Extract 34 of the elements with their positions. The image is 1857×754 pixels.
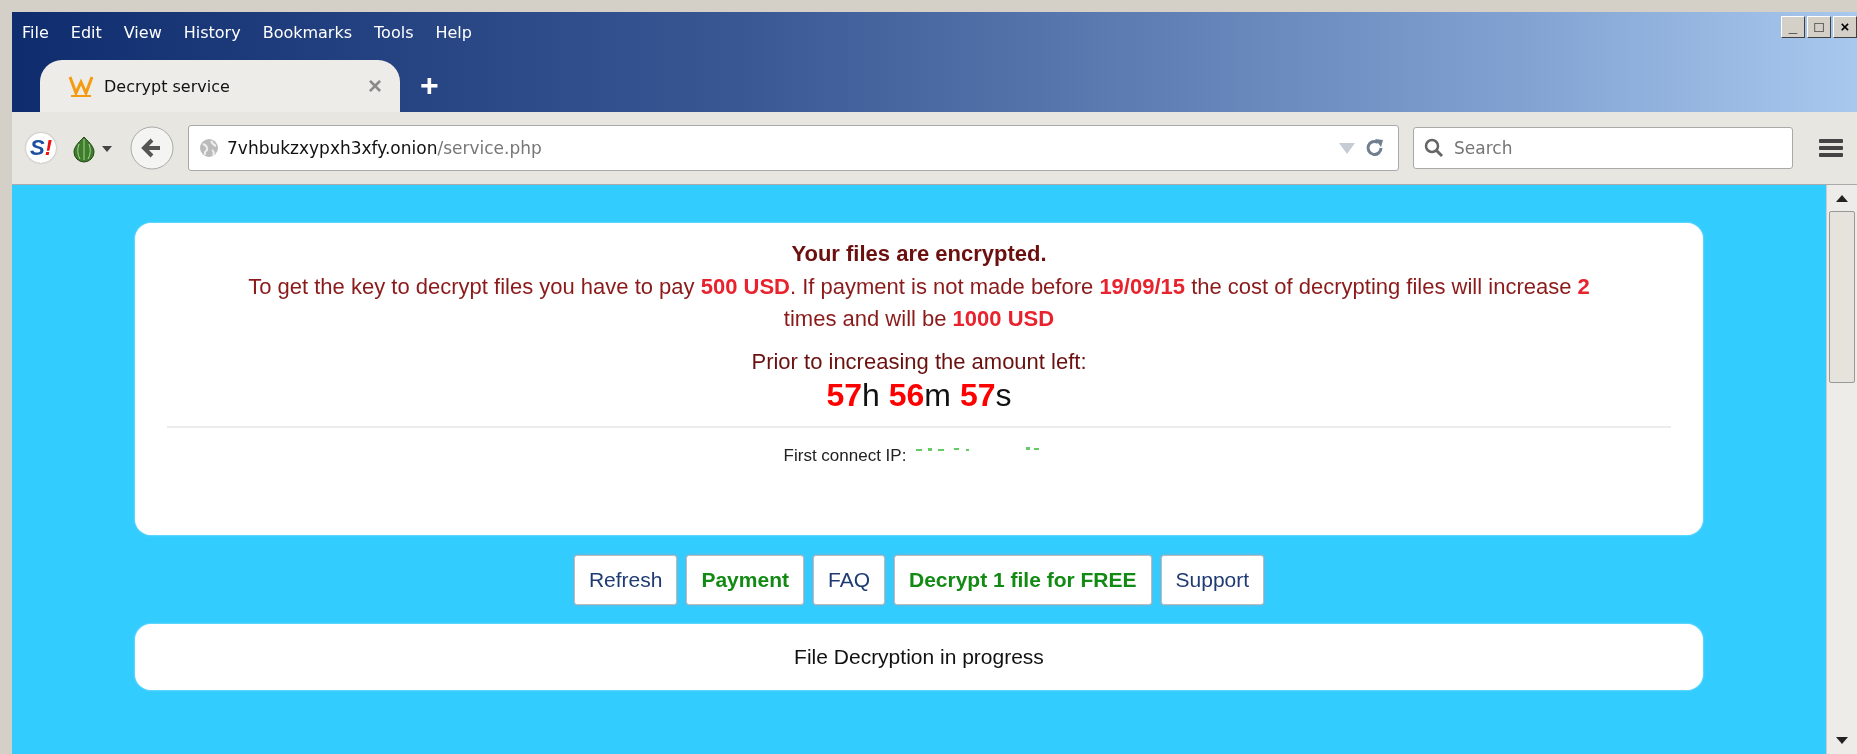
action-button[interactable]: Decrypt 1 file for FREE — [894, 555, 1152, 605]
new-tab-button[interactable]: + — [420, 67, 439, 104]
status-text: File Decryption in progress — [794, 645, 1044, 669]
scrollbar-thumb[interactable] — [1829, 211, 1855, 383]
nav-button[interactable]: Support — [1160, 555, 1265, 605]
action-button[interactable]: Payment — [686, 555, 804, 605]
menu-item[interactable]: Tools — [374, 18, 426, 46]
url-host: 7vhbukzxypxh3xfy.onion — [227, 138, 438, 158]
minimize-button[interactable]: _ — [1781, 16, 1805, 38]
menu-item[interactable]: Help — [435, 18, 484, 46]
search-bar[interactable]: Search — [1413, 127, 1793, 169]
menu-item[interactable]: History — [183, 18, 253, 46]
search-input[interactable]: Search — [1452, 137, 1792, 159]
maximize-button[interactable]: □ — [1807, 16, 1831, 38]
scrollbar[interactable] — [1826, 185, 1857, 754]
address-bar[interactable]: 7vhbukzxypxh3xfy.onion/service.php — [188, 125, 1399, 171]
menu-icon[interactable] — [1817, 136, 1845, 160]
menu-item[interactable]: File — [22, 18, 61, 46]
reload-icon[interactable] — [1364, 137, 1386, 159]
letter-s-logo-icon[interactable]: S! — [26, 133, 56, 163]
countdown-label: Prior to increasing the amount left: — [751, 349, 1087, 375]
url-path: /service.php — [437, 138, 542, 158]
tab-title: Decrypt service — [104, 76, 231, 96]
notice-message: To get the key to decrypt files you have to pay 500 USD. If payment is not made before 19/09/15 the cost of decrypting files will increase 2 times and will be 1000 USD — [247, 273, 1591, 333]
menu-item[interactable]: Bookmarks — [262, 18, 365, 46]
nav-button[interactable]: Refresh — [573, 555, 678, 605]
menu-item[interactable]: View — [123, 18, 174, 46]
nav-button[interactable]: FAQ — [812, 555, 885, 605]
notice-title: Your files are encrypted. — [791, 241, 1047, 267]
menu-item[interactable]: Edit — [70, 18, 114, 46]
search-icon[interactable] — [1424, 138, 1444, 158]
ip-label: First connect IP: — [783, 446, 907, 466]
close-button[interactable]: × — [1833, 16, 1857, 38]
countdown-timer: 57h 56m 57s — [826, 377, 1012, 414]
